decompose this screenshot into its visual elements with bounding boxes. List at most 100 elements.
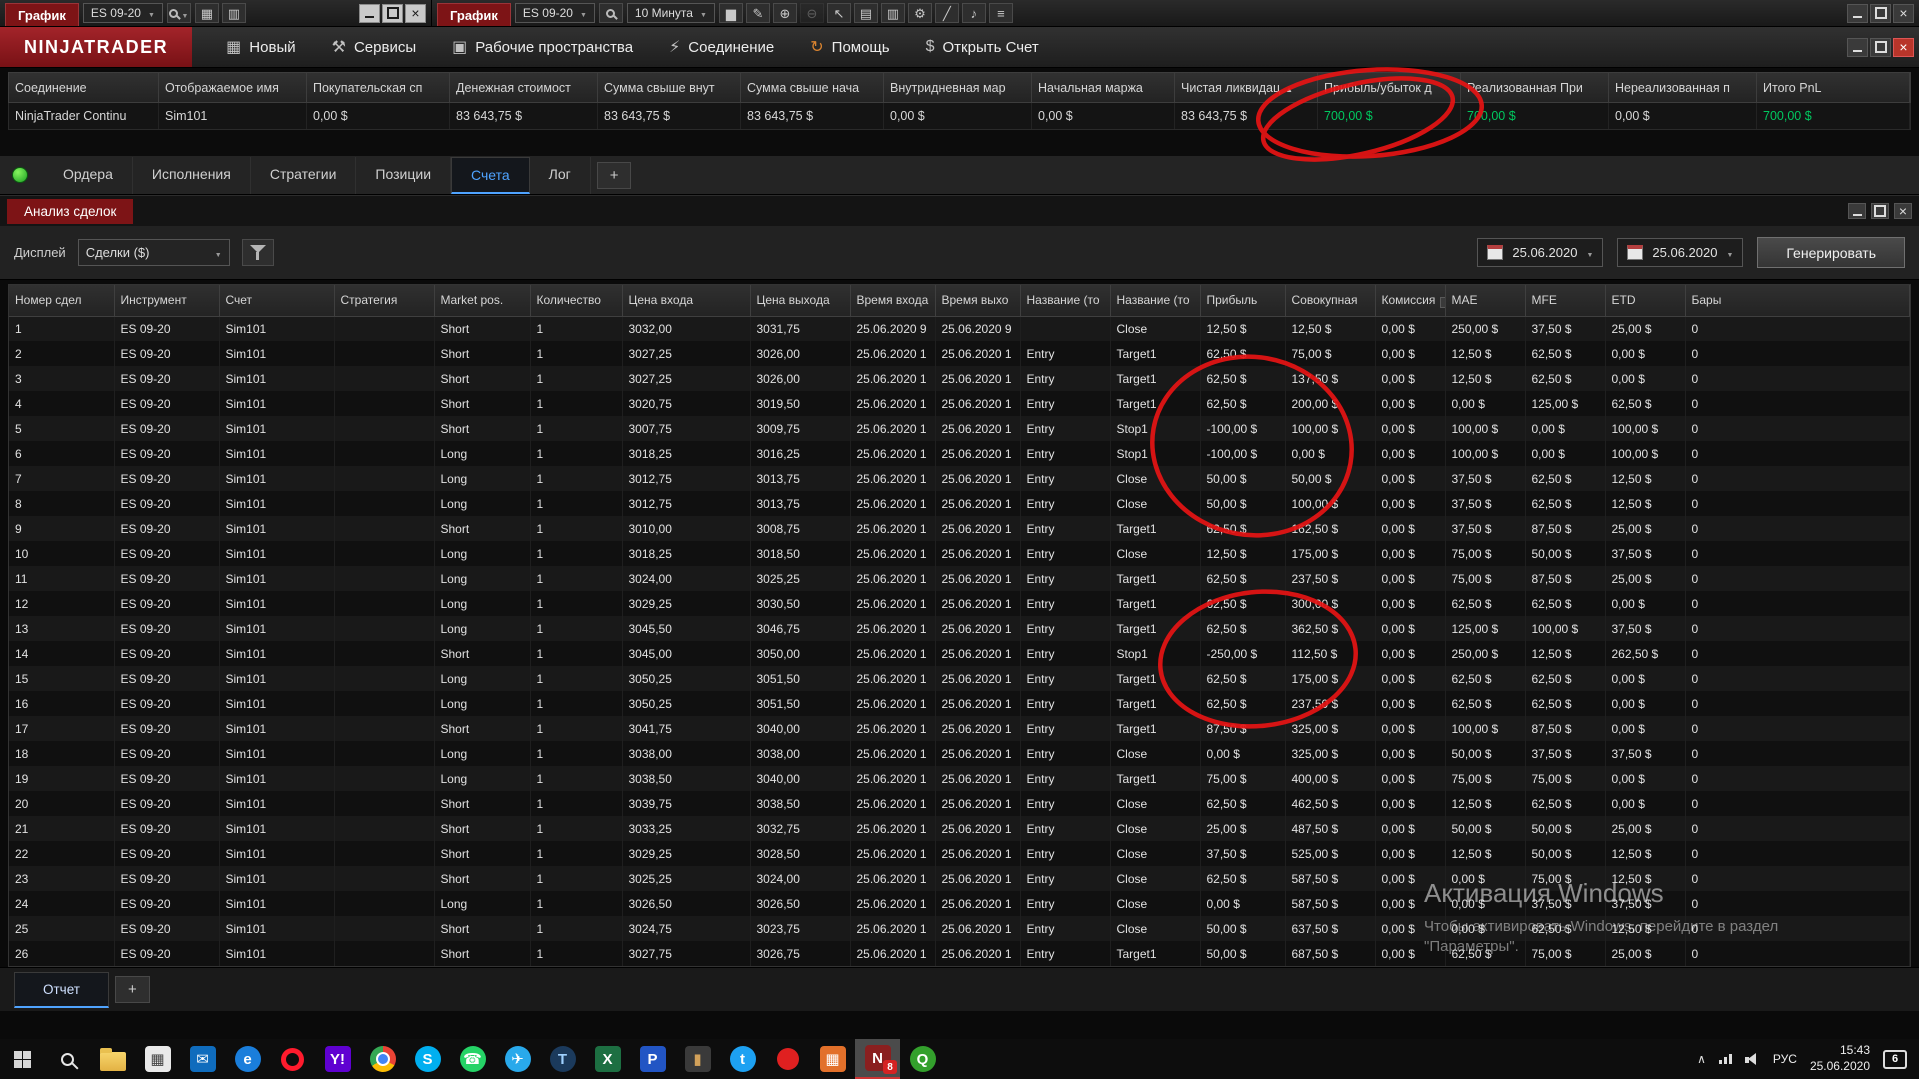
accounts-col-header[interactable]: Реализованная При [1461, 73, 1609, 102]
date-to-picker[interactable]: 25.06.2020 [1617, 238, 1743, 267]
instrument-search-left[interactable] [167, 3, 191, 23]
trades-col-16[interactable]: MAE [1445, 285, 1525, 316]
chart-settings-icon[interactable]: ⚙ [908, 3, 932, 23]
accounts-col-header[interactable]: Чистая ликвидац [1175, 73, 1318, 102]
filter-dropdown-icon[interactable] [1440, 293, 1445, 307]
trade-row-17[interactable]: 17ES 09-20Sim101Short13041,753040,0025.0… [9, 716, 1910, 741]
trade-row-12[interactable]: 12ES 09-20Sim101Long13029,253030,5025.06… [9, 591, 1910, 616]
excel[interactable]: X [585, 1039, 630, 1079]
trade-row-21[interactable]: 21ES 09-20Sim101Short13033,253032,7525.0… [9, 816, 1910, 841]
accounts-col-header[interactable]: Сумма свыше нача [741, 73, 884, 102]
add-report-tab-button[interactable]: + [115, 976, 150, 1003]
trade-row-22[interactable]: 22ES 09-20Sim101Short13029,253028,5025.0… [9, 841, 1910, 866]
accounts-col-header[interactable]: Внутридневная мар [884, 73, 1032, 102]
app-record[interactable] [765, 1039, 810, 1079]
indicators-icon[interactable]: ▆ [719, 3, 743, 23]
app-p[interactable]: P [630, 1039, 675, 1079]
trades-col-14[interactable]: Совокупная [1285, 285, 1375, 316]
tab-positions[interactable]: Позиции [356, 157, 451, 194]
draw-pencil-icon[interactable]: ✎ [746, 3, 770, 23]
tab-report[interactable]: Отчет [14, 972, 109, 1008]
taskbar-search-button[interactable] [45, 1039, 90, 1079]
edge[interactable]: e [225, 1039, 270, 1079]
telegram[interactable]: ✈ [495, 1039, 540, 1079]
close-button[interactable] [405, 4, 426, 23]
language-indicator[interactable]: РУС [1773, 1052, 1797, 1066]
ninjatrader[interactable]: N8 [855, 1039, 900, 1079]
trade-row-18[interactable]: 18ES 09-20Sim101Long13038,003038,0025.06… [9, 741, 1910, 766]
trade-row-16[interactable]: 16ES 09-20Sim101Long13050,253051,5025.06… [9, 691, 1910, 716]
zoom-in-icon[interactable]: ⊕ [773, 3, 797, 23]
accounts-col-header[interactable]: Прибыль/убыток д [1318, 73, 1461, 102]
instrument-combo-left[interactable]: ES 09-20 [83, 3, 163, 23]
trade-row-3[interactable]: 3ES 09-20Sim101Short13027,253026,0025.06… [9, 366, 1910, 391]
edit-doc-icon[interactable]: ▤ [854, 3, 878, 23]
menu-open-account[interactable]: $Открыть Счет [926, 38, 1039, 56]
tab-orders[interactable]: Ордера [44, 157, 133, 194]
alerts-icon[interactable]: ♪ [962, 3, 986, 23]
trade-row-9[interactable]: 9ES 09-20Sim101Short13010,003008,7525.06… [9, 516, 1910, 541]
start-button[interactable] [0, 1039, 45, 1079]
trades-col-3[interactable]: Счет [219, 285, 334, 316]
tray-expand-icon[interactable] [1697, 1052, 1706, 1066]
trade-row-24[interactable]: 24ES 09-20Sim101Long13026,503026,5025.06… [9, 891, 1910, 916]
trades-col-9[interactable]: Время входа [850, 285, 935, 316]
trades-col-5[interactable]: Market pos. [434, 285, 530, 316]
trades-col-7[interactable]: Цена входа [622, 285, 750, 316]
trade-row-20[interactable]: 20ES 09-20Sim101Short13039,753038,5025.0… [9, 791, 1910, 816]
app-dark[interactable]: ▮ [675, 1039, 720, 1079]
instrument-combo-right[interactable]: ES 09-20 [515, 3, 595, 23]
add-tab-button[interactable]: + [597, 162, 632, 189]
accounts-col-header[interactable]: Начальная маржа [1032, 73, 1175, 102]
filter-button[interactable] [242, 239, 274, 266]
network-icon[interactable] [1719, 1054, 1732, 1064]
instrument-search-right[interactable] [599, 3, 623, 23]
minimize-button[interactable] [1847, 4, 1868, 23]
minimize-button[interactable] [1847, 38, 1868, 57]
tab-log[interactable]: Лог [530, 157, 591, 194]
generate-button[interactable]: Генерировать [1757, 237, 1905, 268]
accounts-col-header[interactable]: Соединение [9, 73, 159, 102]
trade-row-5[interactable]: 5ES 09-20Sim101Short13007,753009,7525.06… [9, 416, 1910, 441]
trade-row-2[interactable]: 2ES 09-20Sim101Short13027,253026,0025.06… [9, 341, 1910, 366]
trades-col-11[interactable]: Название (то [1020, 285, 1110, 316]
close-button[interactable] [1893, 38, 1914, 57]
trades-col-2[interactable]: Инструмент [114, 285, 219, 316]
restore-button[interactable] [382, 4, 403, 23]
restore-button[interactable] [1870, 4, 1891, 23]
trade-row-14[interactable]: 14ES 09-20Sim101Short13045,003050,0025.0… [9, 641, 1910, 666]
accounts-col-header[interactable]: Итого PnL [1757, 73, 1910, 102]
properties-list-icon[interactable]: ≡ [989, 3, 1013, 23]
trade-row-8[interactable]: 8ES 09-20Sim101Long13012,753013,7525.06.… [9, 491, 1910, 516]
accounts-col-header[interactable]: Нереализованная п [1609, 73, 1757, 102]
thunderbird[interactable]: T [540, 1039, 585, 1079]
trade-row-25[interactable]: 25ES 09-20Sim101Short13024,753023,7525.0… [9, 916, 1910, 941]
accounts-col-header[interactable]: Сумма свыше внут [598, 73, 741, 102]
trade-row-10[interactable]: 10ES 09-20Sim101Long13018,253018,5025.06… [9, 541, 1910, 566]
interval-combo[interactable]: 10 Минута [627, 3, 715, 23]
twitter[interactable]: t [720, 1039, 765, 1079]
accounts-col-header[interactable]: Покупательская сп [307, 73, 450, 102]
trade-row-23[interactable]: 23ES 09-20Sim101Short13025,253024,0025.0… [9, 866, 1910, 891]
notification-center-button[interactable]: 6 [1883, 1050, 1907, 1069]
app-orange[interactable]: ▦ [810, 1039, 855, 1079]
trade-row-1[interactable]: 1ES 09-20Sim101Short13032,003031,7525.06… [9, 316, 1910, 341]
trade-row-6[interactable]: 6ES 09-20Sim101Long13018,253016,2525.06.… [9, 441, 1910, 466]
date-from-picker[interactable]: 25.06.2020 [1477, 238, 1603, 267]
trades-col-8[interactable]: Цена выхода [750, 285, 850, 316]
restore-button[interactable] [1871, 203, 1889, 219]
whatsapp[interactable]: ☎ [450, 1039, 495, 1079]
menu-tools[interactable]: ⚒Сервисы [332, 37, 417, 57]
chrome[interactable] [360, 1039, 405, 1079]
panel-grid-icon[interactable]: ▦ [195, 3, 219, 23]
accounts-row[interactable]: NinjaTrader ContinuSim1010,00 $83 643,75… [8, 103, 1911, 130]
volume-icon[interactable] [1745, 1053, 1760, 1066]
tab-accounts[interactable]: Счета [451, 157, 530, 194]
trades-col-19[interactable]: Бары [1685, 285, 1910, 316]
trades-col-10[interactable]: Время выхо [935, 285, 1020, 316]
opera[interactable] [270, 1039, 315, 1079]
display-select[interactable]: Сделки ($) [78, 239, 230, 266]
trade-row-4[interactable]: 4ES 09-20Sim101Short13020,753019,5025.06… [9, 391, 1910, 416]
trade-row-19[interactable]: 19ES 09-20Sim101Long13038,503040,0025.06… [9, 766, 1910, 791]
trades-col-6[interactable]: Количество [530, 285, 622, 316]
